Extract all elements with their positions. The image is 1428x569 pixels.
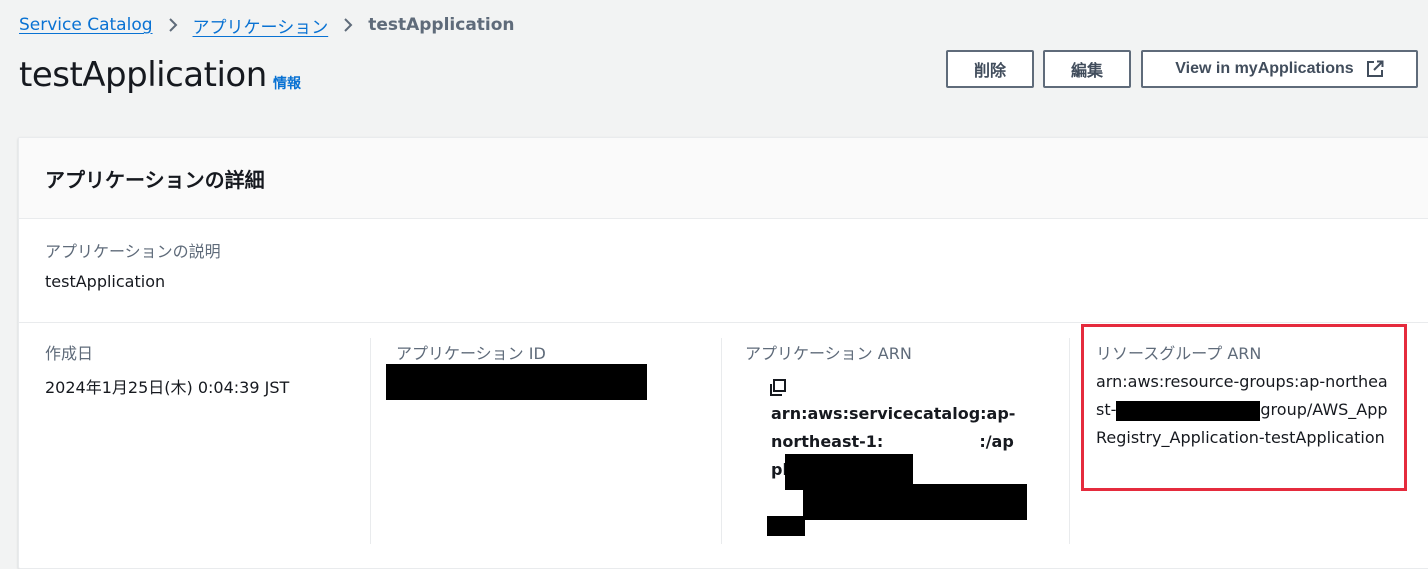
view-in-myapplications-button[interactable]: View in myApplications <box>1141 50 1418 88</box>
description-value: testApplication <box>45 272 166 291</box>
view-in-myapplications-label: View in myApplications <box>1175 60 1354 77</box>
redacted-account-id <box>1116 400 1261 421</box>
copy-icon[interactable] <box>768 378 788 398</box>
column-divider <box>721 338 722 544</box>
page-title: testApplication <box>19 55 267 95</box>
edit-button[interactable]: 編集 <box>1043 50 1131 88</box>
column-divider <box>370 338 371 544</box>
column-divider <box>1069 338 1070 544</box>
description-field: アプリケーションの説明 testApplication <box>45 238 221 291</box>
section-divider <box>19 322 1428 323</box>
panel-title: アプリケーションの詳細 <box>45 167 265 192</box>
resource-group-arn-label: リソースグループ ARN <box>1096 344 1262 363</box>
delete-button[interactable]: 削除 <box>946 50 1034 88</box>
chevron-right-icon <box>153 18 193 32</box>
redacted-application-id-tail <box>767 516 805 536</box>
created-date-value: 2024年1月25日(木) 0:04:39 JST <box>45 378 290 397</box>
resource-group-arn-value: arn:aws:resource-groups:ap-northeast-gro… <box>1096 372 1388 447</box>
resource-group-arn-field: リソースグループ ARN arn:aws:resource-groups:ap-… <box>1096 340 1406 500</box>
created-date-label: 作成日 <box>45 344 94 363</box>
redacted-application-id-in-arn <box>803 484 1027 520</box>
breadcrumb-applications[interactable]: アプリケーション <box>193 13 329 38</box>
info-link[interactable]: 情報 <box>273 73 301 93</box>
description-label: アプリケーションの説明 <box>45 242 221 261</box>
created-date-field: 作成日 2024年1月25日(木) 0:04:39 JST <box>45 340 289 398</box>
application-arn-field: アプリケーション ARN arn:aws:servicecatalog:ap-n… <box>745 340 1065 560</box>
breadcrumb-service-catalog[interactable]: Service Catalog <box>19 15 153 35</box>
breadcrumb-current: testApplication <box>368 15 515 35</box>
panel-header: アプリケーションの詳細 <box>19 138 1428 219</box>
application-arn-label: アプリケーション ARN <box>745 344 912 363</box>
breadcrumb: Service Catalog アプリケーション testApplication <box>19 13 515 38</box>
external-link-icon <box>1366 60 1384 77</box>
application-details-panel: アプリケーションの詳細 アプリケーションの説明 testApplication … <box>18 137 1428 569</box>
chevron-right-icon <box>328 18 368 32</box>
application-id-label: アプリケーション ID <box>396 344 546 363</box>
application-id-field: アプリケーション ID <box>386 340 647 400</box>
redacted-application-id <box>386 364 647 400</box>
